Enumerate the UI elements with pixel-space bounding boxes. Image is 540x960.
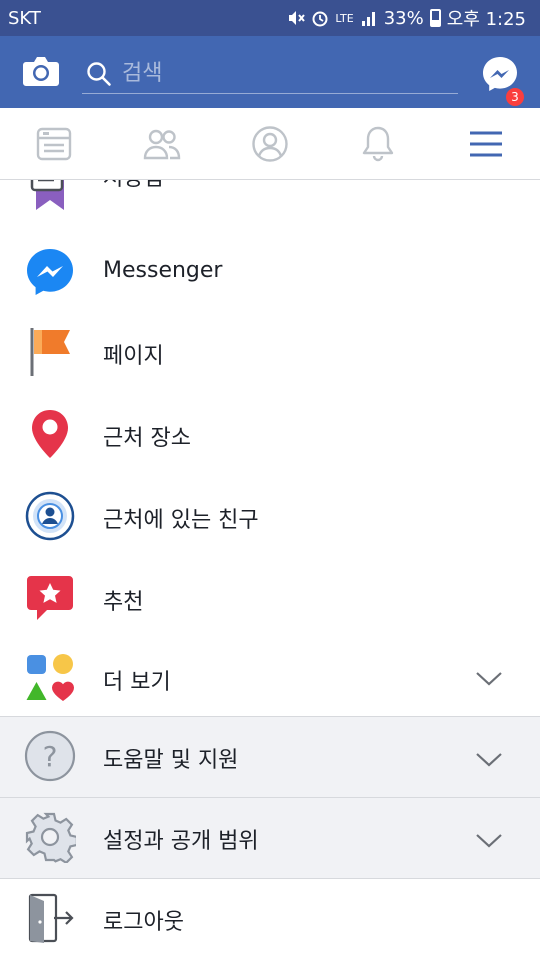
help-icon: ? <box>24 730 76 782</box>
recommendations-icon <box>24 572 76 624</box>
status-bar: SKT LTE 33% 오후 1:25 <box>0 0 540 36</box>
tab-profile[interactable] <box>216 108 324 180</box>
menu-item-messenger[interactable]: Messenger <box>0 236 540 308</box>
tab-bar <box>0 108 540 180</box>
saved-icon <box>24 180 76 212</box>
menu-item-settings-privacy[interactable]: 설정과 공개 범위 <box>0 797 540 878</box>
chevron-down-icon <box>476 753 502 767</box>
status-icons: LTE 33% 오후 1:25 <box>287 5 526 31</box>
menu-label-logout: 로그아웃 <box>103 910 184 935</box>
search-header: 3 <box>0 36 540 108</box>
chevron-down-icon <box>476 834 502 848</box>
logout-door-icon <box>24 892 76 944</box>
tab-menu[interactable] <box>432 108 540 180</box>
profile-icon <box>252 126 288 162</box>
flag-icon <box>24 326 76 378</box>
network-label: LTE <box>335 11 354 25</box>
menu-label-see-more: 더 보기 <box>103 670 171 695</box>
menu-item-see-more[interactable]: 더 보기 <box>0 642 540 716</box>
see-more-shapes-icon <box>24 652 76 704</box>
battery-percent: 33% <box>383 7 424 29</box>
menu-item-nearby-places[interactable]: 근처 장소 <box>0 398 540 470</box>
menu-label-saved: 저장됨 <box>103 180 164 192</box>
signal-icon <box>360 9 378 27</box>
bookmarks-menu: 저장됨 Messenger 페이지 근처 장소 <box>0 180 540 960</box>
menu-label-recommendations: 추천 <box>103 590 144 615</box>
menu-item-saved[interactable]: 저장됨 <box>0 180 540 212</box>
menu-label-pages: 페이지 <box>103 344 164 369</box>
search-field[interactable] <box>82 54 458 94</box>
search-icon <box>87 61 111 86</box>
tab-news-feed[interactable] <box>0 108 108 180</box>
tab-notifications[interactable] <box>324 108 432 180</box>
menu-label-settings-privacy: 설정과 공개 범위 <box>103 829 259 854</box>
svg-text:?: ? <box>43 740 58 773</box>
nearby-friends-icon <box>24 490 76 542</box>
menu-label-messenger: Messenger <box>103 258 223 283</box>
menu-label-nearby-friends: 근처에 있는 친구 <box>103 508 259 533</box>
tab-friends[interactable] <box>108 108 216 180</box>
chevron-down-icon <box>476 672 502 686</box>
menu-item-nearby-friends[interactable]: 근처에 있는 친구 <box>0 480 540 552</box>
menu-item-logout[interactable]: 로그아웃 <box>0 878 540 960</box>
news-feed-icon <box>36 127 72 161</box>
messenger-app-icon <box>24 246 76 298</box>
location-pin-icon <box>24 408 76 460</box>
menu-item-help-support[interactable]: ? 도움말 및 지원 <box>0 716 540 797</box>
menu-item-recommendations[interactable]: 추천 <box>0 562 540 634</box>
menu-label-help-support: 도움말 및 지원 <box>103 748 239 773</box>
camera-icon <box>23 57 59 86</box>
gear-icon <box>24 811 76 863</box>
camera-button[interactable] <box>22 54 60 88</box>
battery-icon <box>429 9 441 27</box>
messenger-badge: 3 <box>504 86 526 108</box>
clock: 오후 1:25 <box>446 9 526 30</box>
friends-icon <box>143 129 181 160</box>
search-input[interactable] <box>122 61 422 86</box>
alarm-icon <box>311 9 329 27</box>
notifications-icon <box>362 126 394 162</box>
carrier-label: SKT <box>8 7 41 29</box>
menu-label-nearby-places: 근처 장소 <box>103 426 191 451</box>
mute-icon <box>287 9 306 27</box>
menu-icon <box>470 131 502 157</box>
menu-item-pages[interactable]: 페이지 <box>0 318 540 390</box>
